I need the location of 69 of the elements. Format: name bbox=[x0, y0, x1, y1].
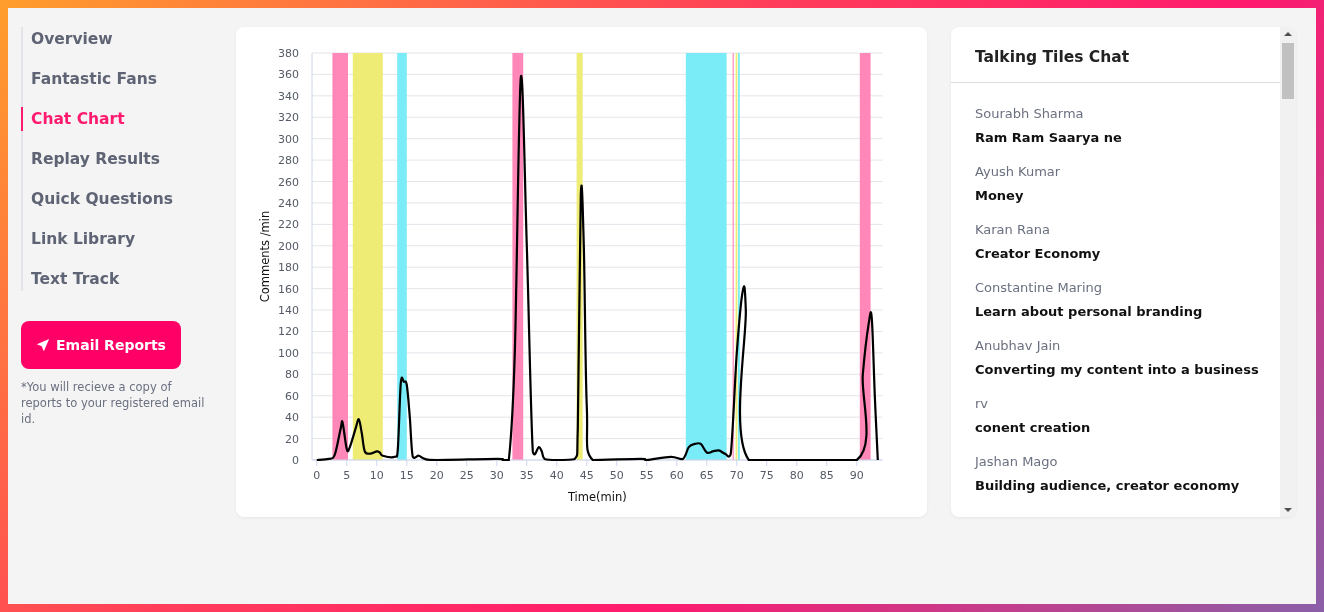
email-note: *You will recieve a copy of reports to your registered email id. bbox=[21, 379, 206, 427]
sidebar-item[interactable]: Quick Questions bbox=[21, 187, 233, 211]
scroll-thumb[interactable] bbox=[1282, 43, 1294, 99]
scroll-up-icon[interactable] bbox=[1284, 32, 1292, 36]
sidebar-item[interactable]: Chat Chart bbox=[21, 107, 233, 131]
x-tick-label: 20 bbox=[429, 469, 444, 482]
chat-message: Money bbox=[975, 187, 1025, 205]
y-tick-label: 220 bbox=[278, 218, 299, 232]
x-tick-label: 5 bbox=[343, 469, 351, 482]
chat-message: Learn about personal branding bbox=[975, 303, 1204, 321]
chat-author: Sourabh Sharma bbox=[975, 105, 1085, 123]
x-tick-label: 0 bbox=[313, 469, 321, 482]
y-tick-label: 240 bbox=[278, 196, 299, 210]
chat-author: Ayush Kumar bbox=[975, 163, 1062, 181]
x-tick-label: 30 bbox=[489, 469, 504, 482]
x-axis-title: Time(min) bbox=[567, 490, 627, 504]
y-tick-label: 20 bbox=[285, 432, 299, 446]
y-tick-label: 40 bbox=[285, 411, 299, 425]
sidebar-item[interactable]: Overview bbox=[21, 27, 233, 51]
email-reports-button[interactable]: Email Reports bbox=[21, 321, 181, 369]
scroll-down-icon[interactable] bbox=[1284, 508, 1292, 512]
y-tick-label: 200 bbox=[278, 239, 299, 253]
x-tick-label: 40 bbox=[549, 469, 564, 482]
x-tick-label: 10 bbox=[369, 469, 384, 482]
y-tick-label: 120 bbox=[278, 325, 299, 339]
chat-author: Jashan Mago bbox=[975, 453, 1059, 471]
x-tick-label: 90 bbox=[849, 469, 864, 482]
x-tick-label: 55 bbox=[639, 469, 654, 482]
x-tick-label: 80 bbox=[789, 469, 804, 482]
x-tick-label: 65 bbox=[699, 469, 714, 482]
x-tick-label: 35 bbox=[519, 469, 534, 482]
y-tick-label: 80 bbox=[285, 368, 299, 382]
y-tick-label: 320 bbox=[278, 111, 299, 125]
y-tick-label: 280 bbox=[278, 154, 299, 168]
chat-message: Creator Economy bbox=[975, 245, 1102, 263]
chat-author: rv bbox=[975, 395, 990, 413]
send-icon bbox=[36, 338, 51, 352]
y-tick-label: 380 bbox=[278, 47, 299, 60]
chat-message: Converting my content into a business bbox=[975, 361, 1260, 379]
y-axis-title: Comments /min bbox=[258, 210, 272, 303]
y-tick-label: 300 bbox=[278, 132, 299, 146]
x-tick-label: 70 bbox=[729, 469, 744, 482]
x-tick-label: 85 bbox=[819, 469, 834, 482]
y-tick-label: 260 bbox=[278, 175, 299, 189]
y-tick-label: 0 bbox=[292, 454, 299, 467]
y-tick-label: 180 bbox=[278, 261, 299, 275]
x-tick-label: 75 bbox=[759, 469, 774, 482]
x-tick-label: 45 bbox=[579, 469, 594, 482]
scrollbar[interactable] bbox=[1280, 27, 1296, 517]
x-tick-label: 50 bbox=[609, 469, 624, 482]
sidebar-item[interactable]: Link Library bbox=[21, 227, 233, 251]
chat-author: Constantine Maring bbox=[975, 279, 1104, 297]
chat-author: Karan Rana bbox=[975, 221, 1051, 239]
y-tick-label: 340 bbox=[278, 89, 299, 103]
y-tick-label: 100 bbox=[278, 346, 299, 360]
chat-message: Building audience, creator economy bbox=[975, 477, 1241, 495]
chat-author: Anubhav Jain bbox=[975, 337, 1062, 355]
y-tick-label: 140 bbox=[278, 304, 299, 318]
x-tick-label: 25 bbox=[459, 469, 474, 482]
sidebar-item[interactable]: Text Track bbox=[21, 267, 233, 291]
chat-message: conent creation bbox=[975, 419, 1092, 437]
sidebar-item[interactable]: Fantastic Fans bbox=[21, 67, 233, 91]
x-tick-label: 60 bbox=[669, 469, 684, 482]
y-tick-label: 160 bbox=[278, 282, 299, 296]
y-tick-label: 360 bbox=[278, 68, 299, 82]
chat-message: Ram Ram Saarya ne bbox=[975, 129, 1123, 147]
x-tick-label: 15 bbox=[399, 469, 414, 482]
y-tick-label: 60 bbox=[285, 389, 299, 403]
sidebar-item[interactable]: Replay Results bbox=[21, 147, 233, 171]
